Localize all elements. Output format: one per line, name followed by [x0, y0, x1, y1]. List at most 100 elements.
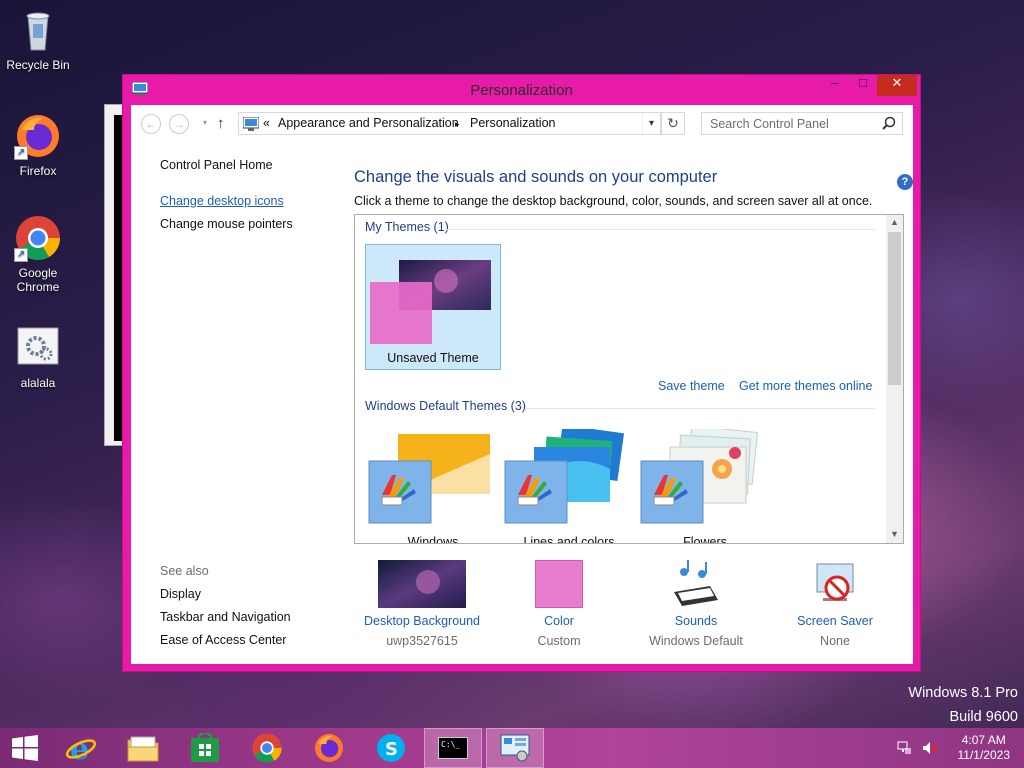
clock-time: 4:07 AM	[961, 733, 1006, 747]
theme-windows[interactable]: Windows	[365, 429, 501, 543]
setting-label: Desktop Background	[363, 614, 481, 628]
shortcut-arrow-icon: ↗	[14, 146, 28, 160]
themes-scrollbar[interactable]: ▲ ▼	[886, 215, 903, 543]
taskbar: e S C:\_ 4:07 AM 11/1/2023	[0, 728, 1024, 768]
theme-label: Lines and colors	[523, 535, 615, 544]
search-icon	[882, 116, 896, 130]
screen-saver-icon	[816, 563, 854, 601]
breadcrumb-appearance[interactable]: Appearance and Personalization	[278, 116, 459, 130]
clock-date: 11/1/2023	[957, 748, 1011, 762]
forward-button[interactable]: →	[169, 114, 189, 134]
breadcrumb-personalization[interactable]: Personalization	[470, 116, 555, 130]
desktop-icon-alalala[interactable]: alalala	[0, 324, 76, 390]
settings-file-icon	[14, 324, 62, 372]
desktop-icon-firefox[interactable]: ↗ Firefox	[0, 112, 76, 178]
address-bar-row: ← → ▾ ↑ « Appearance and Personalization…	[131, 105, 913, 145]
change-desktop-icons-link[interactable]: Change desktop icons	[160, 194, 284, 208]
taskbar-control-panel[interactable]	[486, 728, 544, 768]
minimize-button[interactable]: –	[821, 75, 849, 96]
display-link[interactable]: Display	[160, 587, 201, 601]
theme-flowers[interactable]: Flowers	[637, 429, 773, 544]
page-subtitle: Click a theme to change the desktop back…	[354, 194, 873, 208]
theme-lines-and-colors[interactable]: Lines and colors	[501, 429, 637, 544]
control-panel-home-link[interactable]: Control Panel Home	[160, 158, 273, 172]
firefox-icon	[315, 734, 343, 762]
color-setting[interactable]: Color Custom	[489, 560, 629, 648]
desktop-icon-recycle-bin[interactable]: Recycle Bin	[0, 6, 76, 72]
color-swatch	[535, 560, 583, 608]
skype-icon: S	[377, 734, 405, 762]
theme-preview-image	[370, 260, 491, 344]
control-panel-icon	[243, 117, 259, 131]
taskbar-store[interactable]	[176, 728, 234, 768]
window-client: ← → ▾ ↑ « Appearance and Personalization…	[131, 105, 913, 664]
start-button[interactable]	[0, 728, 50, 768]
desktop-icon-label: Google Chrome	[16, 266, 60, 294]
taskbar-clock[interactable]: 4:07 AM 11/1/2023	[958, 733, 1011, 763]
see-also-heading: See also	[160, 564, 209, 578]
my-themes-heading: My Themes (1)	[365, 220, 449, 234]
desktop-background-thumbnail	[378, 560, 466, 608]
window-title: Personalization	[470, 82, 573, 99]
taskbar-skype[interactable]: S	[362, 728, 420, 768]
setting-value: Custom	[537, 634, 581, 648]
internet-explorer-icon: e	[65, 732, 97, 764]
setting-value: None	[820, 634, 850, 648]
taskbar-chrome[interactable]	[238, 728, 296, 768]
close-button[interactable]: ✕	[877, 75, 917, 96]
themes-list: My Themes (1) Unsaved Theme Save theme G…	[354, 214, 904, 544]
breadcrumb-chevron[interactable]: «	[263, 116, 270, 130]
firefox-icon: ↗	[14, 112, 62, 160]
file-explorer-icon	[127, 736, 159, 762]
taskbar-navigation-link[interactable]: Taskbar and Navigation	[160, 610, 291, 624]
desktop-background-setting[interactable]: Desktop Background uwp3527615	[352, 560, 492, 648]
svg-text:S: S	[385, 739, 398, 760]
help-icon[interactable]: ?	[897, 174, 913, 190]
address-field[interactable]: « Appearance and Personalization ▸ Perso…	[238, 112, 661, 135]
ease-of-access-link[interactable]: Ease of Access Center	[160, 633, 286, 647]
taskbar-internet-explorer[interactable]: e	[52, 728, 110, 768]
control-panel-icon	[500, 734, 530, 762]
scroll-up-arrow-icon[interactable]: ▲	[886, 217, 903, 227]
theme-preview-image	[368, 434, 490, 524]
desktop-icon-label: alalala	[20, 376, 56, 390]
taskbar-command-prompt[interactable]: C:\_	[424, 728, 482, 768]
scrollbar-thumb[interactable]	[888, 232, 901, 385]
scroll-down-arrow-icon[interactable]: ▼	[886, 529, 903, 539]
screen-saver-setting[interactable]: Screen Saver None	[765, 560, 905, 648]
desktop-icon-chrome[interactable]: ↗ Google Chrome	[0, 214, 76, 294]
os-watermark-build: Build 9600	[949, 709, 1018, 725]
theme-unsaved[interactable]: Unsaved Theme	[365, 244, 501, 370]
taskbar-file-explorer[interactable]	[114, 728, 172, 768]
save-theme-link[interactable]: Save theme	[658, 379, 725, 393]
store-icon	[191, 733, 219, 762]
chrome-icon: ↗	[14, 214, 62, 262]
search-input[interactable]: Search Control Panel	[701, 112, 903, 135]
left-pane: Control Panel Home Change desktop icons …	[131, 145, 341, 664]
title-bar[interactable]: Personalization – □ ✕	[123, 75, 920, 105]
default-themes-heading: Windows Default Themes (3)	[365, 399, 526, 413]
theme-preview-image	[640, 429, 759, 524]
up-button[interactable]: ↑	[217, 115, 225, 132]
theme-label: Flowers	[683, 535, 727, 544]
personalization-window: Personalization – □ ✕ ← → ▾ ↑ « Appearan…	[122, 74, 921, 672]
recent-pages-dropdown[interactable]: ▾	[195, 114, 215, 134]
os-watermark-version: Windows 8.1 Pro	[908, 685, 1018, 701]
setting-value: uwp3527615	[386, 634, 458, 648]
recycle-bin-icon	[14, 6, 62, 54]
page-title: Change the visuals and sounds on your co…	[354, 168, 718, 186]
taskbar-firefox[interactable]	[300, 728, 358, 768]
setting-label: Color	[544, 614, 574, 628]
get-more-themes-link[interactable]: Get more themes online	[739, 379, 872, 393]
chrome-icon	[252, 733, 282, 763]
setting-label: Sounds	[674, 614, 718, 628]
address-dropdown-button[interactable]: ▾	[642, 113, 660, 134]
sounds-setting[interactable]: Sounds Windows Default	[626, 560, 766, 648]
back-button[interactable]: ←	[141, 114, 161, 134]
command-prompt-icon: C:\_	[438, 737, 468, 759]
maximize-button[interactable]: □	[849, 75, 877, 96]
theme-preview-image	[504, 429, 625, 524]
refresh-button[interactable]: ↻	[661, 112, 685, 135]
change-mouse-pointers-link[interactable]: Change mouse pointers	[160, 217, 293, 231]
breadcrumb-separator[interactable]: ▸	[455, 119, 460, 130]
